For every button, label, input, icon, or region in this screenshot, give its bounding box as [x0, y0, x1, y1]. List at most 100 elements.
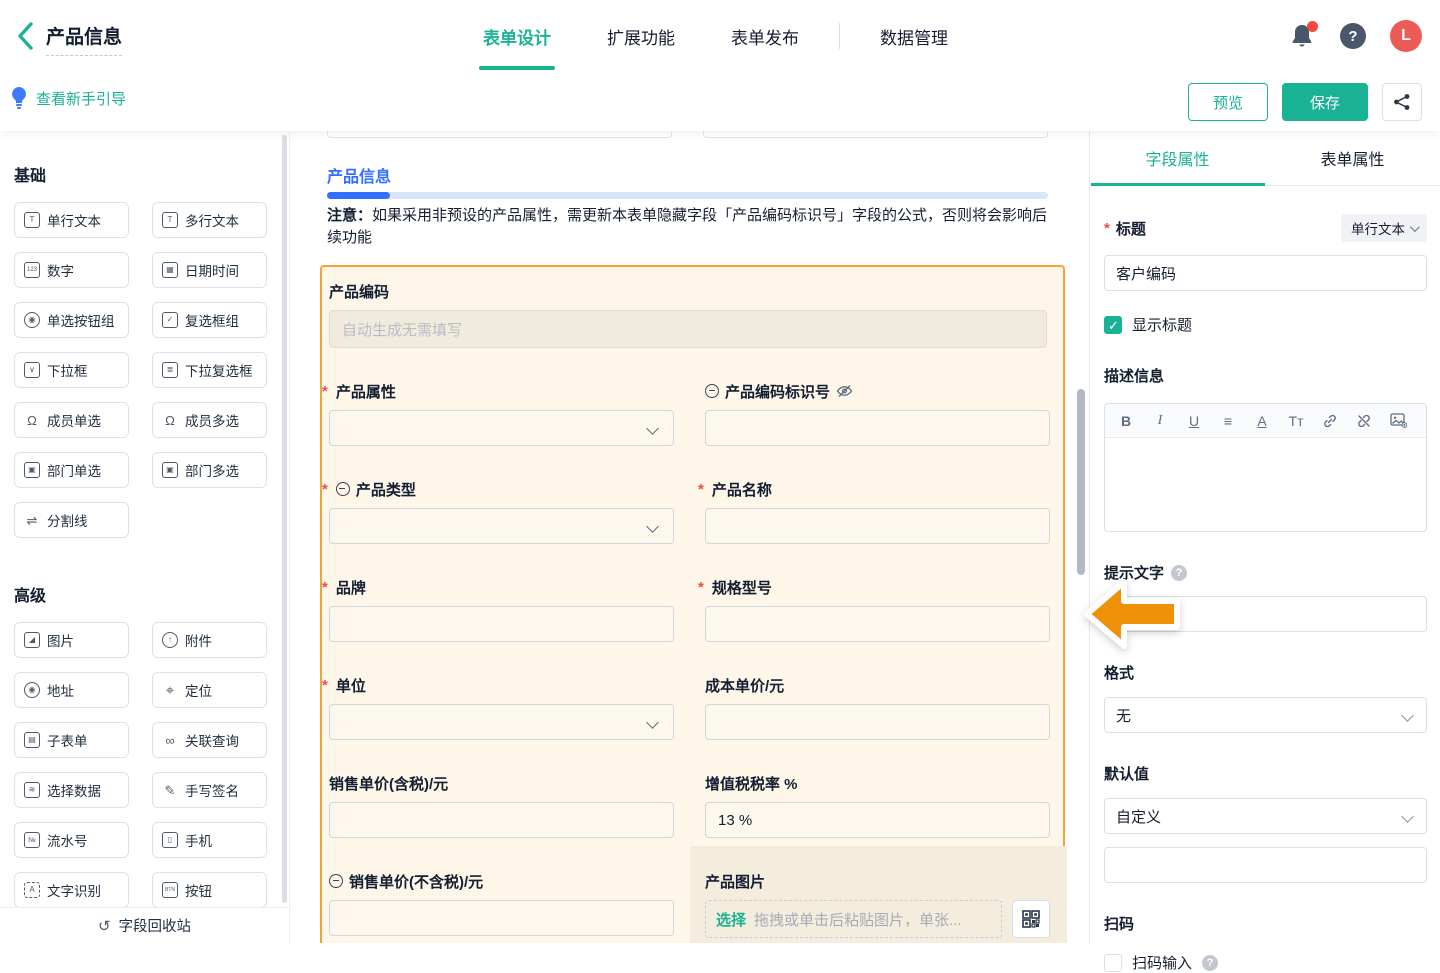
field-type-switcher[interactable]: 单行文本 — [1341, 214, 1427, 242]
choose-file-link[interactable]: 选择 — [716, 909, 746, 930]
share-button[interactable] — [1382, 83, 1422, 121]
tab-form-publish[interactable]: 表单发布 — [731, 0, 799, 72]
field-type-linked-query[interactable]: ∞关联查询 — [152, 722, 267, 758]
notifications-button[interactable] — [1290, 23, 1316, 49]
ocr-icon: A — [24, 882, 40, 898]
cutoff-field-right[interactable] — [703, 131, 1048, 138]
insert-image-icon[interactable] — [1381, 404, 1415, 438]
field-type-dropdown[interactable]: ∨下拉框 — [14, 352, 129, 388]
show-title-label: 显示标题 — [1132, 314, 1192, 335]
cost-price-input[interactable] — [705, 704, 1050, 740]
help-icon[interactable]: ? — [1202, 955, 1218, 971]
form-toolbar: 查看新手引导 预览 保存 — [0, 72, 1440, 131]
tab-field-properties[interactable]: 字段属性 — [1090, 131, 1265, 185]
product-attribute-select[interactable] — [329, 410, 674, 446]
form-progress-fill — [327, 192, 390, 199]
field-type-location[interactable]: ⌖定位 — [152, 672, 267, 708]
required-asterisk: * — [1104, 220, 1110, 237]
field-type-address[interactable]: ◉地址 — [14, 672, 129, 708]
default-value-input[interactable] — [1104, 847, 1427, 883]
avatar[interactable]: L — [1390, 20, 1422, 52]
brand-input[interactable] — [329, 606, 674, 642]
scan-upload-button[interactable] — [1012, 900, 1050, 938]
sale-price-taxed-input[interactable] — [329, 802, 674, 838]
upload-hint: 拖拽或单击后粘贴图片，单张... — [754, 909, 962, 930]
field-type-department-single[interactable]: ▣部门单选 — [14, 452, 129, 488]
scan-input-checkbox[interactable] — [1104, 954, 1122, 972]
basic-field-grid: T单行文本 T多行文本 123数字 ▦日期时间 ◉单选按钮组 ✓复选框组 ∨下拉… — [14, 202, 289, 538]
product-code-input[interactable]: 自动生成无需填写 — [329, 310, 1047, 348]
field-sale-price-taxed: 销售单价(含税)/元 — [329, 772, 674, 838]
field-type-datetime[interactable]: ▦日期时间 — [152, 252, 267, 288]
tab-data-management[interactable]: 数据管理 — [880, 0, 948, 72]
field-type-department-multi[interactable]: ▣部门多选 — [152, 452, 267, 488]
underline-icon[interactable]: U — [1177, 404, 1211, 438]
insert-link-icon[interactable] — [1313, 404, 1347, 438]
font-color-icon[interactable]: A — [1245, 404, 1279, 438]
field-label-product-attribute: 产品属性 — [329, 380, 674, 402]
bold-icon[interactable]: B — [1109, 404, 1143, 438]
field-type-multi-line-text[interactable]: T多行文本 — [152, 202, 267, 238]
field-type-member-multi[interactable]: Ω成员多选 — [152, 402, 267, 438]
subform-icon: ▤ — [24, 732, 40, 748]
tab-form-design[interactable]: 表单设计 — [483, 0, 551, 72]
align-icon[interactable]: ≡ — [1211, 404, 1245, 438]
field-product-attribute: 产品属性 — [329, 380, 674, 446]
product-name-input[interactable] — [705, 508, 1050, 544]
format-select[interactable]: 无 — [1104, 697, 1427, 733]
field-type-checkbox-group[interactable]: ✓复选框组 — [152, 302, 267, 338]
field-recycle-bin[interactable]: ↺ 字段回收站 — [0, 907, 289, 943]
eye-off-icon — [836, 384, 853, 398]
field-label-product-code: 产品编码 — [329, 280, 1047, 302]
sidebar-scrollbar[interactable] — [282, 135, 287, 903]
field-type-attachment[interactable]: ↑附件 — [152, 622, 267, 658]
field-type-signature[interactable]: ✎手写签名 — [152, 772, 267, 808]
page-title[interactable]: 产品信息 — [46, 22, 122, 56]
field-title-input[interactable] — [1104, 255, 1427, 291]
field-label-unit: 单位 — [329, 674, 674, 696]
italic-icon[interactable]: I — [1143, 404, 1177, 438]
cutoff-field-left[interactable] — [327, 131, 672, 138]
tab-form-properties[interactable]: 表单属性 — [1265, 131, 1440, 185]
field-type-image[interactable]: ◢图片 — [14, 622, 129, 658]
spec-model-input[interactable] — [705, 606, 1050, 642]
advanced-section-title: 高级 — [14, 582, 289, 606]
vat-rate-input[interactable]: 13 % — [705, 802, 1050, 838]
product-type-select[interactable] — [329, 508, 674, 544]
show-title-checkbox[interactable] — [1104, 316, 1122, 334]
font-size-icon[interactable]: Tт — [1279, 404, 1313, 438]
preview-button[interactable]: 预览 — [1188, 83, 1268, 121]
field-type-phone[interactable]: ▯手机 — [152, 822, 267, 858]
field-type-button[interactable]: BTN按钮 — [152, 872, 267, 908]
image-upload-dropzone[interactable]: 选择 拖拽或单击后粘贴图片，单张... — [705, 900, 1002, 938]
tab-extensions[interactable]: 扩展功能 — [607, 0, 675, 72]
default-value-select[interactable]: 自定义 — [1104, 798, 1427, 834]
save-button[interactable]: 保存 — [1282, 83, 1368, 121]
field-type-single-line-text[interactable]: T单行文本 — [14, 202, 129, 238]
remove-link-icon[interactable] — [1347, 404, 1381, 438]
product-code-identifier-input[interactable] — [705, 410, 1050, 446]
description-textarea[interactable] — [1105, 438, 1426, 531]
field-type-select-data[interactable]: ≋选择数据 — [14, 772, 129, 808]
unit-select[interactable] — [329, 704, 674, 740]
field-type-dropdown-multi[interactable]: ≣下拉复选框 — [152, 352, 267, 388]
form-progress-track — [327, 192, 1048, 199]
field-type-ocr[interactable]: A文字识别 — [14, 872, 129, 908]
advanced-field-grid: ◢图片 ↑附件 ◉地址 ⌖定位 ▤子表单 ∞关联查询 ≋选择数据 ✎手写签名 №… — [14, 622, 289, 908]
field-type-divider[interactable]: ⇌分割线 — [14, 502, 129, 538]
field-type-member-single[interactable]: Ω成员单选 — [14, 402, 129, 438]
canvas-scrollbar[interactable] — [1077, 389, 1085, 575]
back-button[interactable] — [8, 18, 44, 54]
format-label: 格式 — [1104, 662, 1427, 683]
field-type-subform[interactable]: ▤子表单 — [14, 722, 129, 758]
field-type-radio-group[interactable]: ◉单选按钮组 — [14, 302, 129, 338]
tutorial-arrow — [1082, 575, 1182, 653]
help-button[interactable]: ? — [1340, 23, 1366, 49]
beginner-guide-link[interactable]: 查看新手引导 — [10, 86, 126, 110]
tab-divider — [839, 23, 840, 49]
field-type-serial-number[interactable]: №流水号 — [14, 822, 129, 858]
selected-field-group[interactable]: 产品编码 自动生成无需填写 产品属性 产品编码标识号 产品类型 — [320, 265, 1065, 943]
field-type-number[interactable]: 123数字 — [14, 252, 129, 288]
sale-price-untaxed-input[interactable] — [329, 900, 674, 936]
field-product-image[interactable]: 产品图片 选择 拖拽或单击后粘贴图片，单张... — [690, 846, 1067, 943]
